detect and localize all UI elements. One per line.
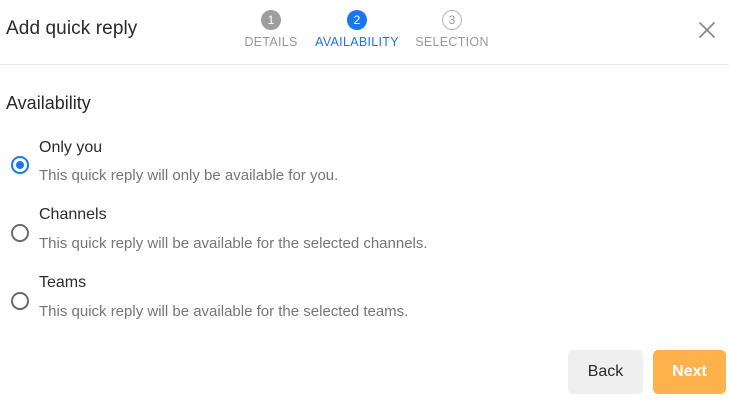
close-button[interactable] (695, 18, 719, 42)
option-description: This quick reply will be available for t… (39, 303, 409, 320)
step-number: 3 (442, 10, 462, 30)
close-icon (699, 22, 715, 38)
radio-only-you[interactable] (11, 156, 29, 174)
step-details[interactable]: 1 DETAILS (244, 10, 298, 54)
step-label: AVAILABILITY (315, 35, 399, 49)
add-quick-reply-dialog: Add quick reply 1 DETAILS 2 AVAILABILITY… (0, 0, 729, 400)
option-label: Channels (39, 206, 107, 223)
radio-teams[interactable] (11, 292, 29, 310)
step-availability[interactable]: 2 AVAILABILITY (315, 10, 399, 54)
option-label: Only you (39, 139, 103, 156)
option-teams[interactable]: Teams This quick reply will be available… (0, 272, 729, 332)
option-description: This quick reply will be available for t… (39, 235, 428, 252)
radio-channels[interactable] (11, 224, 29, 242)
step-selection[interactable]: 3 SELECTION (415, 10, 489, 54)
dialog-header: Add quick reply 1 DETAILS 2 AVAILABILITY… (0, 0, 729, 65)
back-button[interactable]: Back (568, 350, 643, 394)
step-number: 1 (261, 10, 281, 30)
option-description: This quick reply will only be available … (39, 167, 339, 184)
step-number: 2 (347, 10, 367, 30)
step-label: SELECTION (415, 35, 489, 49)
option-label: Teams (39, 274, 87, 291)
option-channels[interactable]: Channels This quick reply will be availa… (0, 204, 729, 264)
stepper: 1 DETAILS 2 AVAILABILITY 3 SELECTION (0, 0, 729, 65)
option-only-you[interactable]: Only you This quick reply will only be a… (0, 137, 729, 197)
next-button[interactable]: Next (653, 350, 726, 394)
section-title: Availability (6, 93, 91, 113)
step-label: DETAILS (244, 35, 298, 49)
